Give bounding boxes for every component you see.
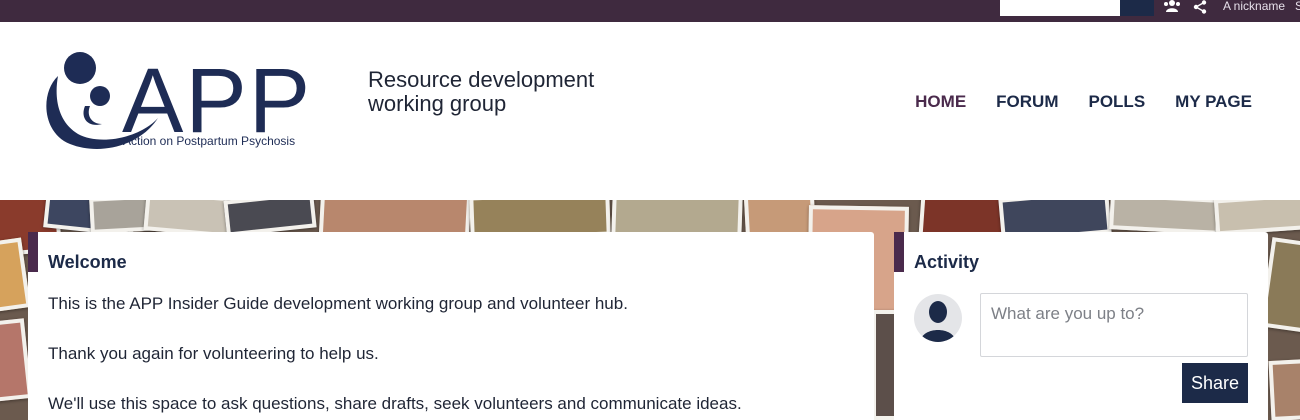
collage-photo [1268, 358, 1300, 420]
group-title-line-1: Resource development [368, 67, 595, 92]
user-silhouette-icon [920, 301, 956, 342]
nav-home[interactable]: HOME [915, 92, 966, 112]
card-accent-bar [894, 232, 904, 272]
nav-my-page[interactable]: MY PAGE [1175, 92, 1252, 112]
status-input[interactable] [980, 293, 1248, 357]
user-nickname-link[interactable]: A nickname [1223, 0, 1285, 12]
group-title: Resource development working group [368, 68, 668, 116]
group-title-line-2: working group [368, 91, 507, 116]
logo-wordmark: APP [122, 50, 313, 152]
welcome-paragraph: This is the APP Insider Guide developmen… [48, 294, 628, 313]
welcome-paragraph: We'll use this space to ask questions, s… [48, 394, 742, 413]
welcome-paragraph: Thank you again for volunteering to help… [48, 344, 379, 363]
people-icon[interactable] [1163, 0, 1181, 12]
avatar [914, 294, 962, 342]
welcome-title: Welcome [48, 252, 127, 272]
welcome-card: Welcome This is the APP Insider Guide de… [28, 232, 874, 420]
top-bar-truncated-link[interactable]: S [1295, 0, 1300, 12]
collage-photo [1213, 200, 1300, 236]
share-icon[interactable] [1193, 0, 1207, 14]
logo-subtitle: Action on Postpartum Psychosis [123, 134, 296, 148]
nav-forum[interactable]: FORUM [996, 92, 1058, 112]
share-button[interactable]: Share [1182, 363, 1248, 403]
activity-title: Activity [914, 252, 980, 272]
top-search-button[interactable] [1120, 0, 1154, 16]
card-accent-bar [28, 232, 38, 272]
top-search-input[interactable] [1000, 0, 1120, 16]
main-nav: HOME FORUM POLLS MY PAGE [915, 92, 1252, 112]
top-bar: A nickname S [0, 0, 1300, 22]
activity-card: Activity Share [894, 232, 1268, 420]
collage-photo [1109, 200, 1221, 235]
nav-polls[interactable]: POLLS [1088, 92, 1145, 112]
